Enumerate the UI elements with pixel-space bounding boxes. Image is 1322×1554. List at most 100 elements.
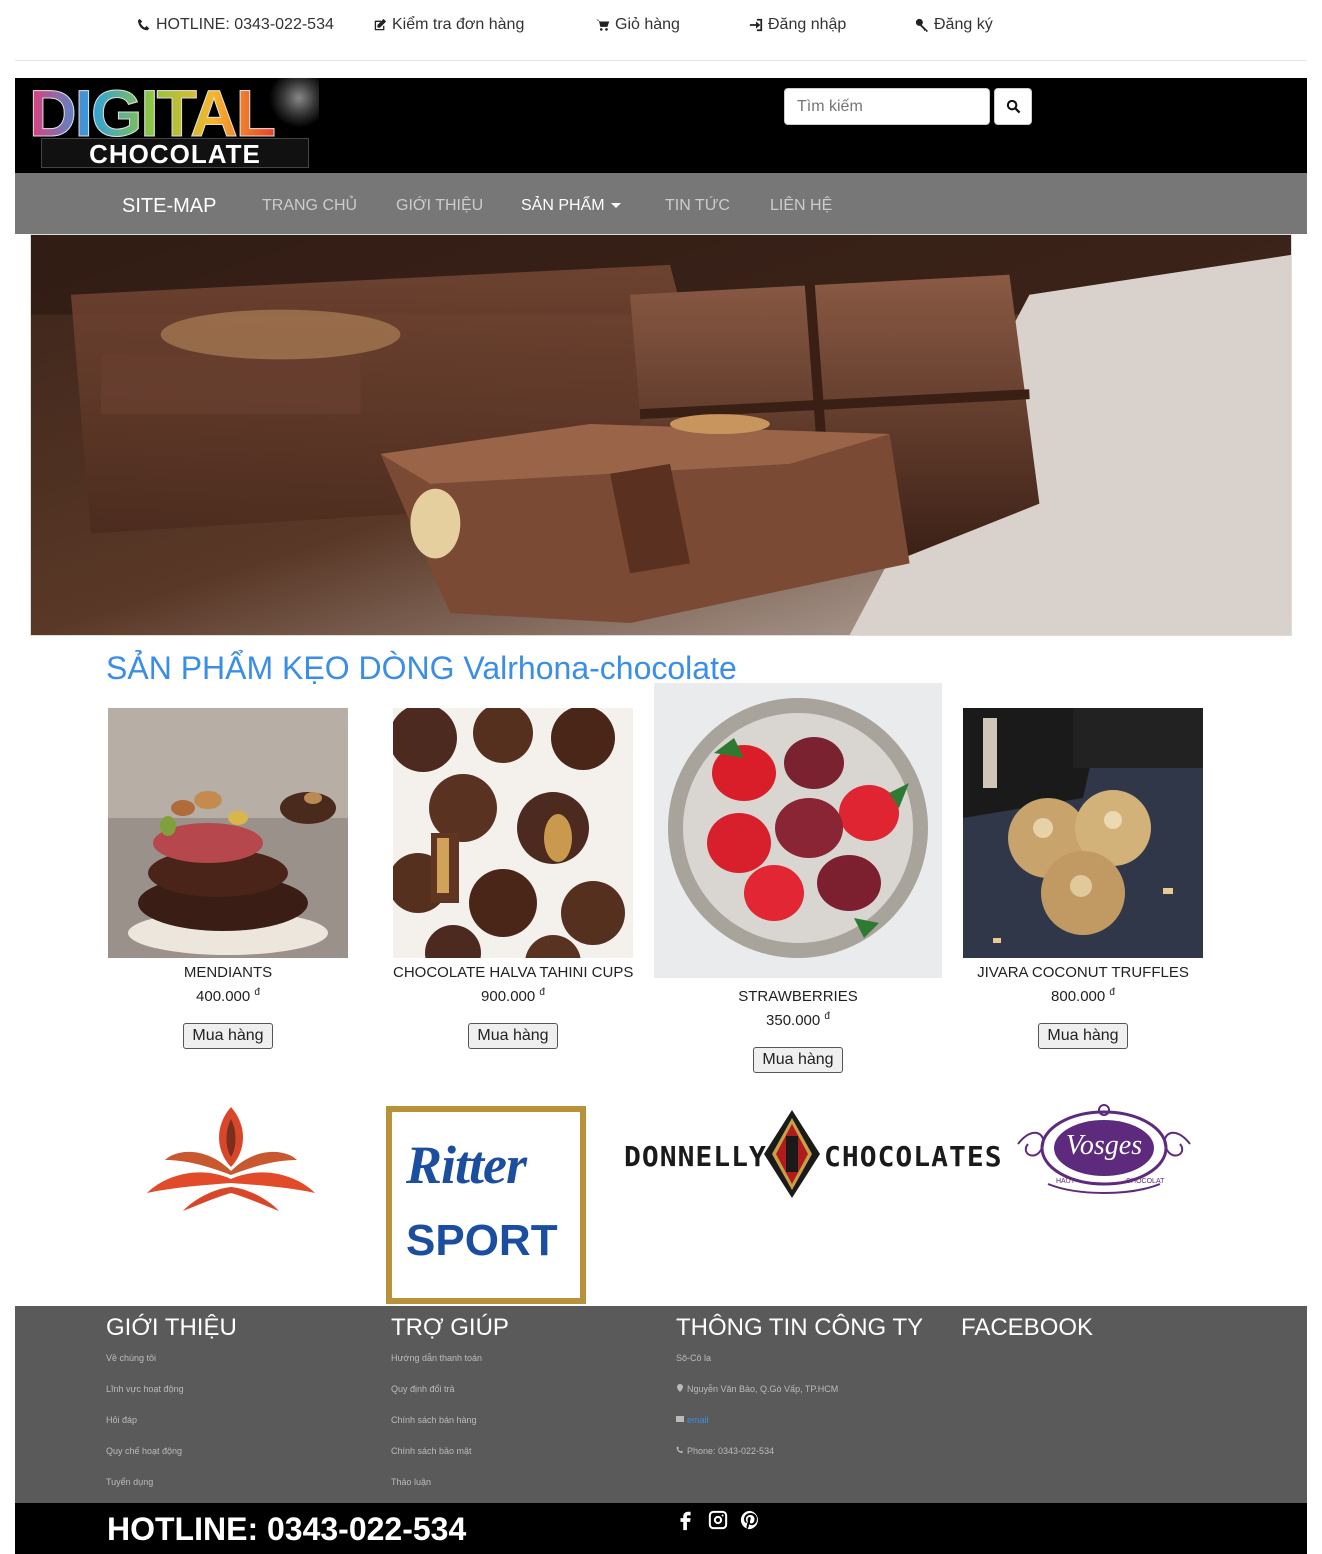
chevron-down-icon [610,203,621,209]
brand-logo-vosges[interactable]: Vosges HAUT CHOCOLAT [1008,1104,1200,1200]
product-image[interactable] [963,708,1203,958]
donnelly-emblem-icon [764,1110,820,1198]
footer-link[interactable]: Lĩnh vực hoạt động [106,1384,237,1415]
hotline-link[interactable]: HOTLINE: 0343-022-534 [137,16,334,34]
product-card: CHOCOLATE HALVA TAHINI CUPS 900.000 đ Mu… [393,708,633,1049]
envelope-icon [676,1416,684,1422]
footer-col-title: GIỚI THIỆU [106,1314,237,1341]
footer-col-about: GIỚI THIỆU Về chúng tôi Lĩnh vực hoạt độ… [106,1314,237,1508]
sign-in-icon [749,18,763,32]
footer-col-facebook: FACEBOOK [961,1314,1093,1342]
buy-button[interactable]: Mua hàng [1038,1023,1128,1049]
footer-col-title: TRỢ GIÚP [391,1314,509,1341]
logo-chocolate-text: CHOCOLATE [41,138,309,169]
product-price: 350.000 đ [654,1011,942,1029]
edit-icon [374,18,387,31]
product-card: JIVARA COCONUT TRUFFLES 800.000 đ Mua hà… [963,708,1203,1049]
facebook-icon[interactable] [675,1509,697,1531]
check-order-link[interactable]: Kiểm tra đơn hàng [373,16,524,34]
instagram-icon[interactable] [707,1509,729,1531]
brand-logo-valrhona[interactable] [145,1105,317,1215]
social-links [675,1509,761,1531]
register-link[interactable]: Đăng ký [915,16,993,34]
cart-text: Giỏ hàng [615,16,680,33]
product-image[interactable] [108,708,348,958]
nav-brand-sitemap[interactable]: SITE-MAP [122,195,216,218]
cart-icon [596,19,610,31]
search-icon [1006,99,1020,114]
main-nav: SITE-MAP TRANG CHỦ GIỚI THIỆU SẢN PHẨM T… [15,173,1307,234]
footer-col-help: TRỢ GIÚP Hướng dẫn thanh toán Quy định đ… [391,1314,509,1508]
search-button[interactable] [994,88,1032,125]
footer-link[interactable]: Quy chế hoạt động [106,1446,237,1477]
cart-link[interactable]: Giỏ hàng [596,16,680,34]
nav-item-products[interactable]: SẢN PHẨM [521,197,621,215]
nav-item-about[interactable]: GIỚI THIỆU [396,197,483,215]
buy-button[interactable]: Mua hàng [753,1047,843,1073]
product-price: 800.000 đ [963,987,1203,1005]
hero-banner [30,234,1292,636]
product-image[interactable] [393,708,633,958]
lotus-logo-icon [147,1107,315,1211]
brand-logo-donnelly[interactable]: DONNELLY CHOCOLATES [624,1108,1002,1200]
buy-button[interactable]: Mua hàng [183,1023,273,1049]
phone-text: Phone: 0343-022-534 [687,1446,775,1456]
currency-symbol: đ [1109,987,1115,998]
vosges-text: Vosges [1065,1130,1143,1161]
key-icon [915,18,929,32]
search-input[interactable] [784,88,990,125]
product-card: MENDIANTS 400.000 đ Mua hàng [108,708,348,1049]
vosges-chocolat-text: CHOCOLAT [1126,1178,1165,1185]
product-price-value: 800.000 [1051,988,1106,1005]
search-form [784,88,1032,125]
brand-logo-ritter-sport[interactable]: Ritter SPORT [386,1106,586,1304]
halva-cups-image [393,708,633,958]
email-link[interactable]: email [687,1415,709,1446]
company-name: Sô-Cô la [676,1353,712,1363]
phone-icon [137,18,150,31]
hotline-text: HOTLINE: 0343-022-534 [156,16,334,33]
footer-link[interactable]: Hướng dẫn thanh toán [391,1353,509,1384]
map-marker-icon [677,1384,683,1392]
company-email[interactable]: email [676,1415,923,1446]
buy-button[interactable]: Mua hàng [468,1023,558,1049]
company-phone: Phone: 0343-022-534 [676,1446,923,1477]
mendiants-image [108,708,348,958]
product-price-value: 900.000 [481,988,536,1005]
sport-text: SPORT [406,1216,558,1265]
nav-item-contact[interactable]: LIÊN HỆ [770,197,832,215]
check-order-text: Kiểm tra đơn hàng [392,16,525,33]
truffles-image [963,708,1203,958]
pinterest-icon[interactable] [739,1509,761,1531]
currency-symbol: đ [254,987,260,998]
vosges-haut-text: HAUT [1056,1178,1076,1185]
site-logo[interactable]: DIGITAL CHOCOLATE [29,78,319,173]
product-image[interactable] [654,683,942,978]
footer-link[interactable]: Về chúng tôi [106,1353,237,1384]
footer-link[interactable]: Hỏi đáp [106,1415,237,1446]
nav-item-home[interactable]: TRANG CHỦ [262,197,357,215]
site-footer: GIỚI THIỆU Về chúng tôi Lĩnh vực hoạt độ… [15,1306,1307,1503]
footer-hotline: HOTLINE: 0343-022-534 [107,1511,467,1547]
strawberries-image [654,683,942,978]
banner-chocolate-image [31,235,1291,635]
footer-col-title: THÔNG TIN CÔNG TY [676,1314,924,1341]
footer-link[interactable]: Chính sách bảo mật [391,1446,509,1477]
product-price-value: 400.000 [196,988,251,1005]
nav-item-news[interactable]: TIN TỨC [665,197,730,215]
product-name: MENDIANTS [183,964,273,981]
site-header: DIGITAL CHOCOLATE [15,78,1307,173]
chocolates-text: CHOCOLATES [824,1140,1003,1173]
footer-link[interactable]: Chính sách bán hàng [391,1415,509,1446]
footer-col-company: THÔNG TIN CÔNG TY Sô-Cô la Nguyễn Văn Bả… [676,1314,923,1477]
login-link[interactable]: Đăng nhập [749,16,846,34]
top-bar: HOTLINE: 0343-022-534 Kiểm tra đơn hàng … [0,0,1322,52]
product-price: 900.000 đ [393,987,633,1005]
logo-wifi-glow [269,78,319,128]
currency-symbol: đ [824,1011,830,1022]
footer-col-title: FACEBOOK [961,1314,1094,1341]
bottom-bar: HOTLINE: 0343-022-534 [15,1503,1307,1554]
phone-icon [676,1446,683,1453]
section-title: SẢN PHẨM KẸO DÒNG Valrhona-chocolate [106,650,737,686]
footer-link[interactable]: Quy định đổi trả [391,1384,509,1415]
